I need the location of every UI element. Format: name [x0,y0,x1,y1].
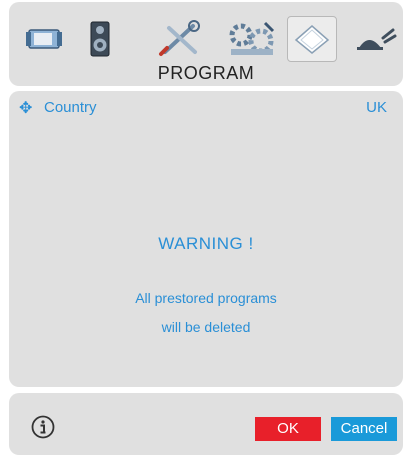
ok-button[interactable]: OK [255,417,321,441]
tab-install[interactable] [221,18,283,60]
tools-icon [159,20,200,56]
warning-message-line: All prestored programs [135,290,277,306]
setting-value: UK [366,99,387,116]
page-title: PROGRAM [157,63,255,83]
tab-picture[interactable] [23,18,67,60]
warning-title: WARNING ! [158,234,254,253]
picture-icon [26,29,62,49]
move-icon: ✥ [19,100,33,117]
install-icon [229,21,275,55]
menu-header: PROGRAM [9,2,403,86]
tab-program[interactable] [287,16,337,62]
speaker-icon [90,21,110,57]
program-icon [294,25,330,54]
tab-tools[interactable] [153,18,211,60]
cancel-button[interactable]: Cancel [331,417,397,441]
setting-label: Country [44,99,97,116]
main-content: ✥ Country UK WARNING ! All prestored pro… [9,91,403,387]
tab-satellite[interactable] [353,18,401,60]
tab-sound[interactable] [83,18,117,60]
country-setting-row[interactable]: ✥ Country UK [19,98,387,120]
warning-message-line: will be deleted [161,319,251,335]
satellite-dish-icon [357,28,397,50]
info-icon[interactable] [31,415,55,439]
footer-bar: OK Cancel [9,393,403,455]
